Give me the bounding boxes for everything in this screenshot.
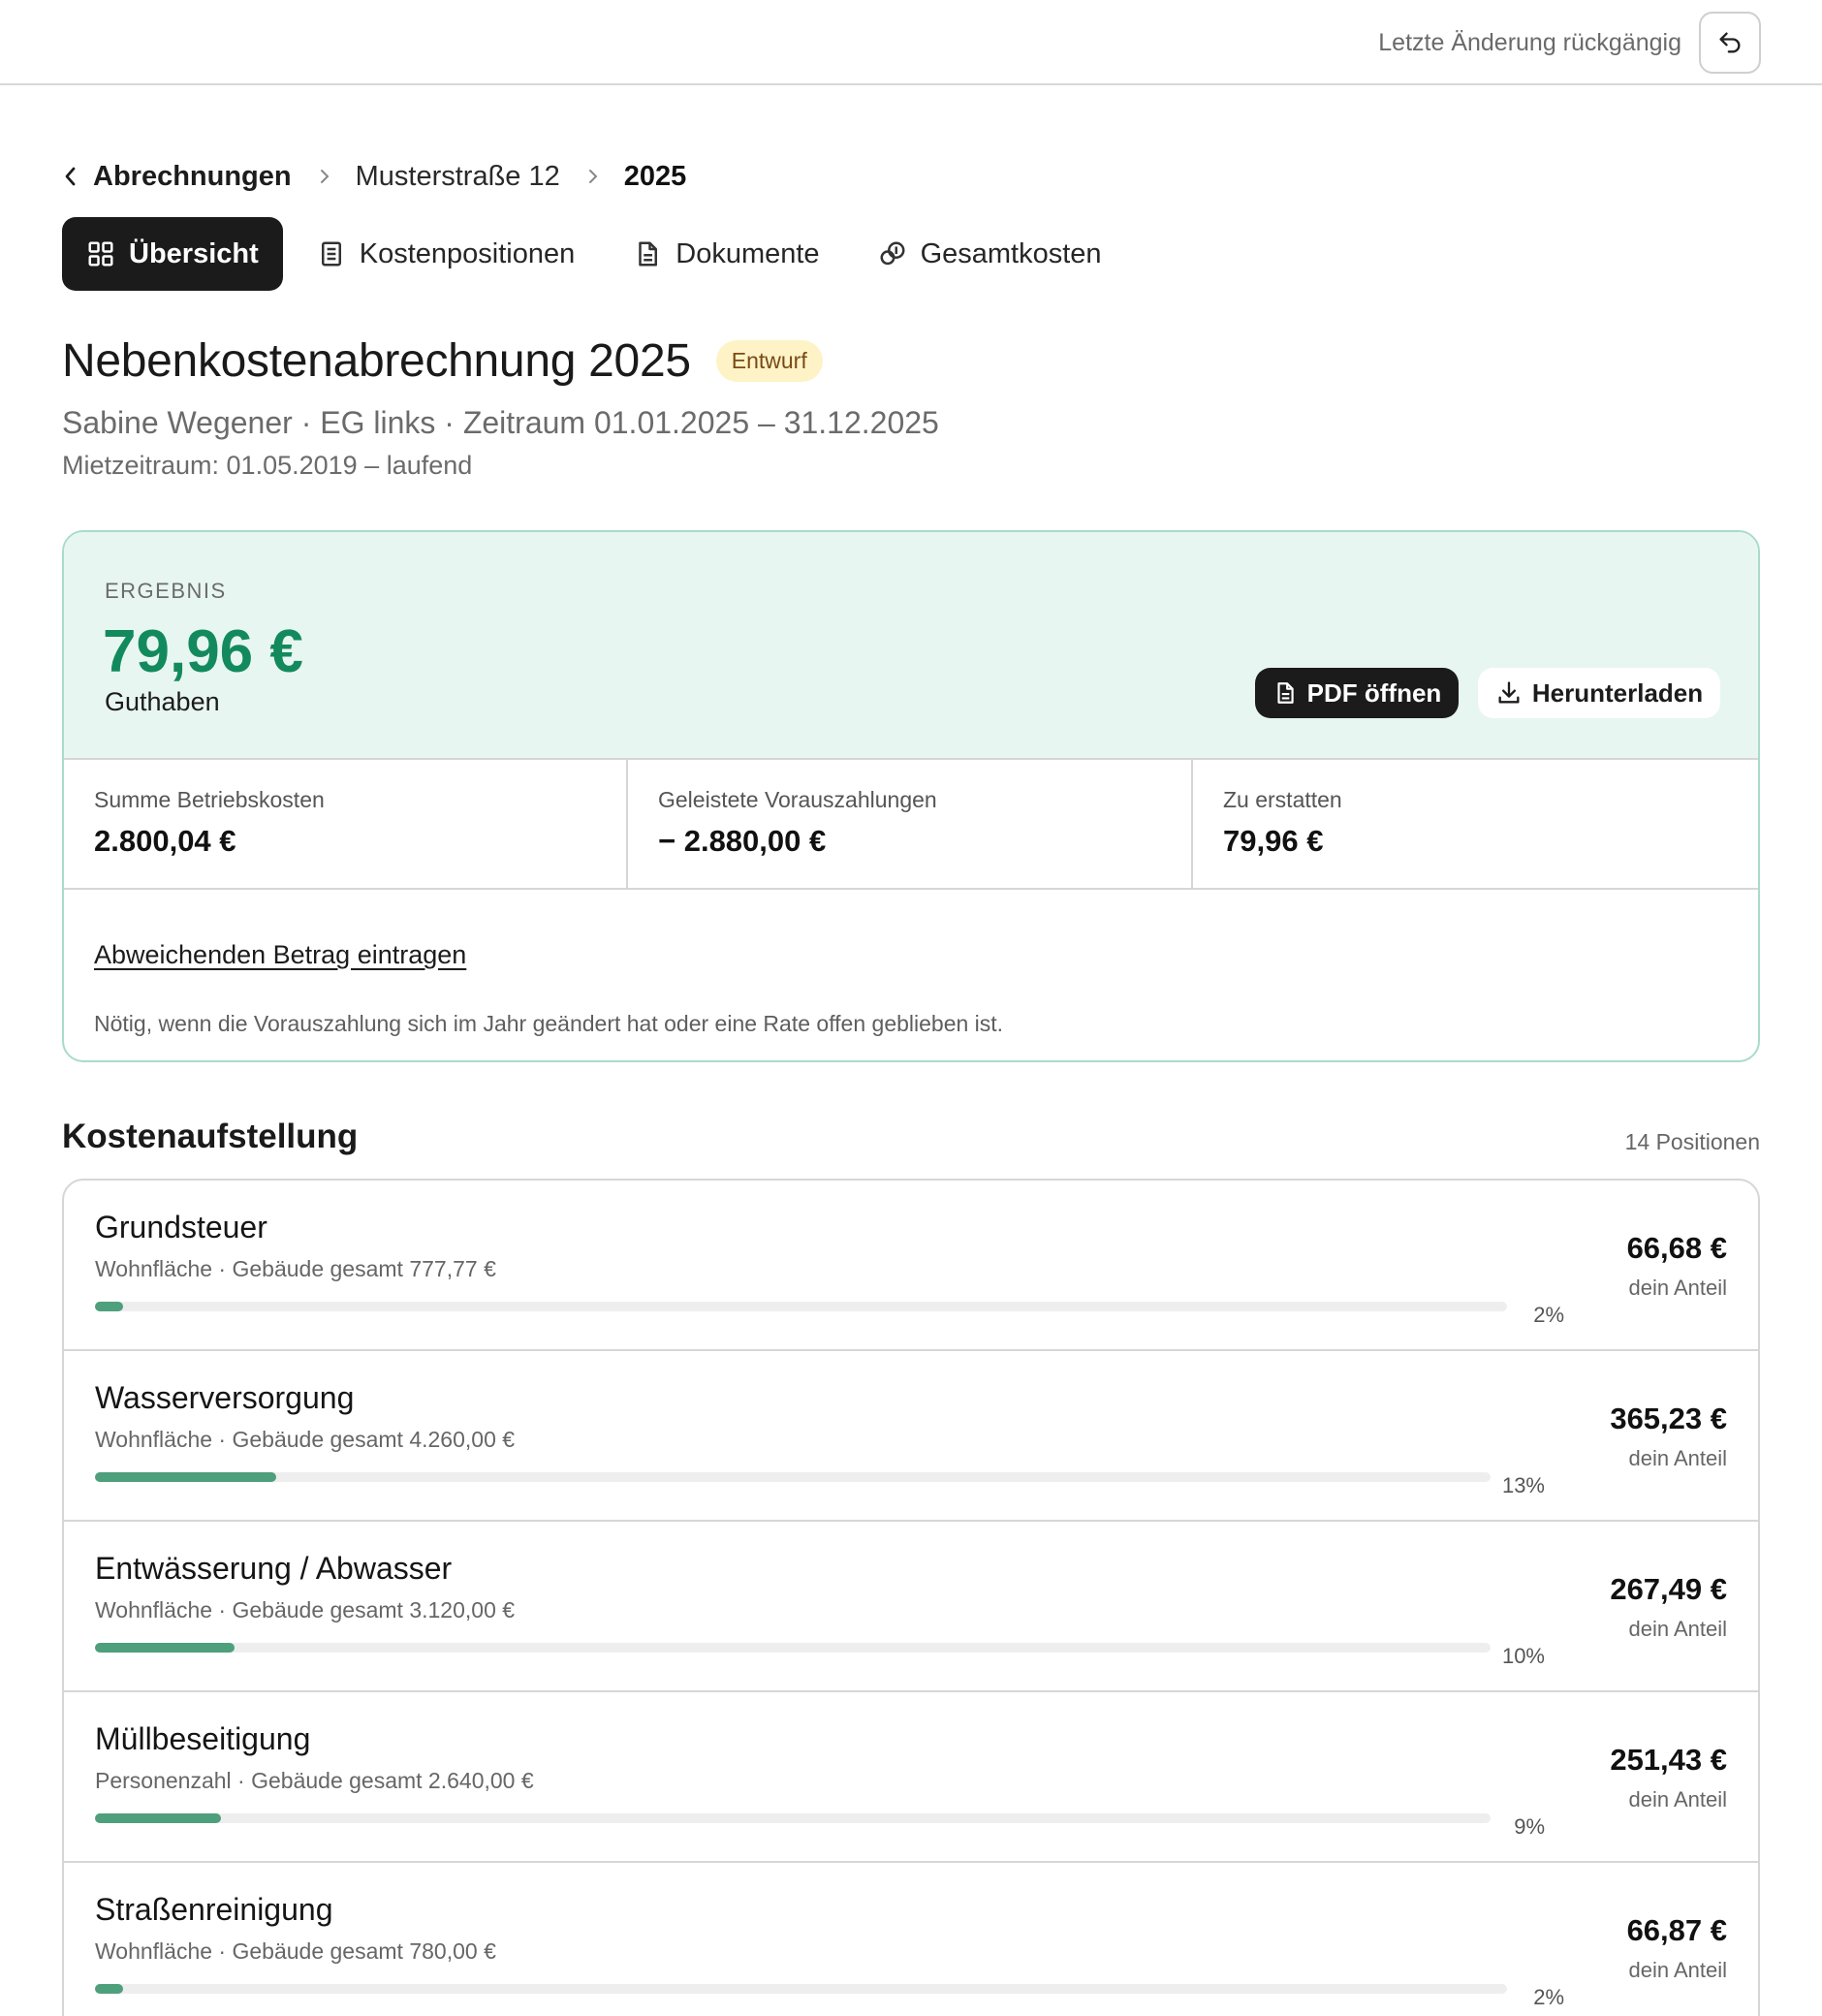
section-title: Kostenaufstellung	[62, 1118, 359, 1155]
stat-prepayments: Geleistete Vorauszahlungen − 2.880,00 €	[628, 760, 1193, 888]
undo-label[interactable]: Letzte Änderung rückgängig	[1378, 29, 1681, 57]
cost-row[interactable]: Entwässerung / Abwasser Wohnfläche · Geb…	[64, 1522, 1758, 1692]
cost-meta: Wohnfläche · Gebäude gesamt 3.120,00 €	[95, 1597, 516, 1622]
stat-value: 79,96 €	[1223, 824, 1324, 858]
breadcrumb-current: 2025	[623, 160, 687, 192]
coins-icon	[880, 241, 905, 266]
cost-amount: 66,68 €	[1626, 1231, 1727, 1265]
cost-name: Entwässerung / Abwasser	[95, 1551, 453, 1586]
result-card: ERGEBNIS 79,96 € Guthaben PDF öffnen Her…	[62, 530, 1760, 1062]
tab-label: Gesamtkosten	[920, 237, 1102, 269]
adjust-section: Abweichenden Betrag eintragen Nötig, wen…	[64, 890, 1758, 1060]
share-bar	[95, 1472, 1491, 1482]
tab-label: Dokumente	[675, 237, 820, 269]
tab-overview[interactable]: Übersicht	[62, 217, 283, 291]
stat-value: 2.800,04 €	[94, 824, 236, 858]
stat-value: − 2.880,00 €	[658, 824, 827, 858]
stat-refund: Zu erstatten 79,96 €	[1193, 760, 1758, 888]
result-summary: ERGEBNIS 79,96 € Guthaben PDF öffnen Her…	[64, 532, 1758, 760]
cost-name: Grundsteuer	[95, 1210, 267, 1244]
share-bar	[95, 1984, 1507, 1994]
top-bar: Letzte Änderung rückgängig	[0, 0, 1822, 85]
share-bar-fill	[95, 1643, 235, 1653]
cost-name: Müllbeseitigung	[95, 1721, 311, 1756]
share-bar-fill	[95, 1302, 124, 1311]
cost-row[interactable]: Grundsteuer Wohnfläche · Gebäude gesamt …	[64, 1181, 1758, 1351]
result-amount: 79,96 €	[103, 618, 303, 685]
share-label: dein Anteil	[1628, 1276, 1727, 1300]
share-percent: 2%	[1533, 1303, 1564, 1327]
share-percent: 13%	[1501, 1473, 1545, 1497]
cost-meta: Wohnfläche · Gebäude gesamt 777,77 €	[95, 1256, 496, 1281]
cost-meta: Personenzahl · Gebäude gesamt 2.640,00 €	[95, 1768, 534, 1793]
chevron-right-icon	[587, 167, 599, 186]
share-label: dein Anteil	[1628, 1446, 1727, 1470]
chevron-right-icon	[319, 167, 330, 186]
cost-amount: 66,87 €	[1626, 1913, 1727, 1947]
share-bar	[95, 1813, 1491, 1823]
page-subtitle: Sabine Wegener · EG links · Zeitraum 01.…	[62, 405, 939, 440]
chevron-left-icon	[65, 167, 76, 186]
page-title: Nebenkostenabrechnung 2025	[62, 335, 691, 387]
cost-row[interactable]: Wasserversorgung Wohnfläche · Gebäude ge…	[64, 1351, 1758, 1522]
cost-meta: Wohnfläche · Gebäude gesamt 780,00 €	[95, 1938, 496, 1964]
adjust-amount-link[interactable]: Abweichenden Betrag eintragen	[94, 940, 466, 970]
adjust-note: Nötig, wenn die Vorauszahlung sich im Ja…	[94, 1011, 1004, 1036]
cost-name: Wasserversorgung	[95, 1380, 355, 1415]
cost-amount: 251,43 €	[1610, 1743, 1727, 1777]
positions-count: 14 Positionen	[1624, 1129, 1760, 1154]
result-label: ERGEBNIS	[105, 579, 227, 603]
title-row: Nebenkostenabrechnung 2025 Entwurf	[62, 334, 823, 388]
open-pdf-label: PDF öffnen	[1306, 677, 1442, 708]
breadcrumb: Abrechnungen Musterstraße 12 2025	[62, 157, 686, 196]
download-button[interactable]: Herunterladen	[1478, 668, 1720, 718]
tab-label: Übersicht	[129, 237, 259, 269]
share-percent: 10%	[1501, 1644, 1545, 1668]
stat-label: Zu erstatten	[1223, 787, 1342, 812]
breadcrumb-property[interactable]: Musterstraße 12	[356, 161, 560, 193]
list-icon	[321, 241, 341, 267]
result-type: Guthaben	[105, 687, 220, 716]
share-bar-fill	[95, 1472, 277, 1482]
tab-label: Kostenpositionen	[359, 237, 576, 269]
cost-list: Grundsteuer Wohnfläche · Gebäude gesamt …	[62, 1179, 1760, 2016]
result-stats: Summe Betriebskosten 2.800,04 € Geleiste…	[64, 760, 1758, 890]
share-label: dein Anteil	[1628, 1958, 1727, 1982]
tab-cost-items[interactable]: Kostenpositionen	[293, 217, 600, 291]
share-label: dein Anteil	[1628, 1617, 1727, 1641]
cost-amount: 267,49 €	[1610, 1572, 1727, 1606]
status-badge: Entwurf	[715, 340, 823, 382]
stat-operating-costs: Summe Betriebskosten 2.800,04 €	[64, 760, 628, 888]
share-bar-fill	[95, 1813, 221, 1823]
download-label: Herunterladen	[1531, 677, 1704, 708]
cost-row[interactable]: Straßenreinigung Wohnfläche · Gebäude ge…	[64, 1863, 1758, 2016]
undo-icon	[1719, 32, 1741, 53]
share-percent: 9%	[1514, 1814, 1545, 1839]
tenancy-period: Mietzeitraum: 01.05.2019 – laufend	[62, 451, 473, 480]
grid-icon	[88, 241, 113, 267]
stat-label: Summe Betriebskosten	[94, 787, 325, 812]
breadcrumb-back-label: Abrechnungen	[93, 160, 292, 192]
share-bar	[95, 1643, 1491, 1653]
tab-total-costs[interactable]: Gesamtkosten	[854, 217, 1126, 291]
download-icon	[1498, 681, 1520, 704]
cost-row[interactable]: Müllbeseitigung Personenzahl · Gebäude g…	[64, 1692, 1758, 1863]
share-label: dein Anteil	[1628, 1787, 1727, 1811]
cost-meta: Wohnfläche · Gebäude gesamt 4.260,00 €	[95, 1427, 516, 1452]
stat-label: Geleistete Vorauszahlungen	[658, 787, 937, 812]
share-bar	[95, 1302, 1507, 1311]
cost-amount: 365,23 €	[1610, 1402, 1727, 1435]
share-percent: 2%	[1533, 1985, 1564, 2009]
document-icon	[639, 241, 658, 267]
cost-name: Straßenreinigung	[95, 1892, 333, 1927]
open-pdf-button[interactable]: PDF öffnen	[1255, 668, 1459, 718]
breadcrumb-back-link[interactable]: Abrechnungen	[62, 161, 292, 193]
share-bar-fill	[95, 1984, 124, 1994]
tab-documents[interactable]: Dokumente	[609, 217, 843, 291]
document-icon	[1277, 682, 1294, 704]
tab-bar: Übersicht Kostenpositionen Dokumente Ges…	[62, 217, 1136, 291]
undo-button[interactable]	[1699, 12, 1761, 74]
